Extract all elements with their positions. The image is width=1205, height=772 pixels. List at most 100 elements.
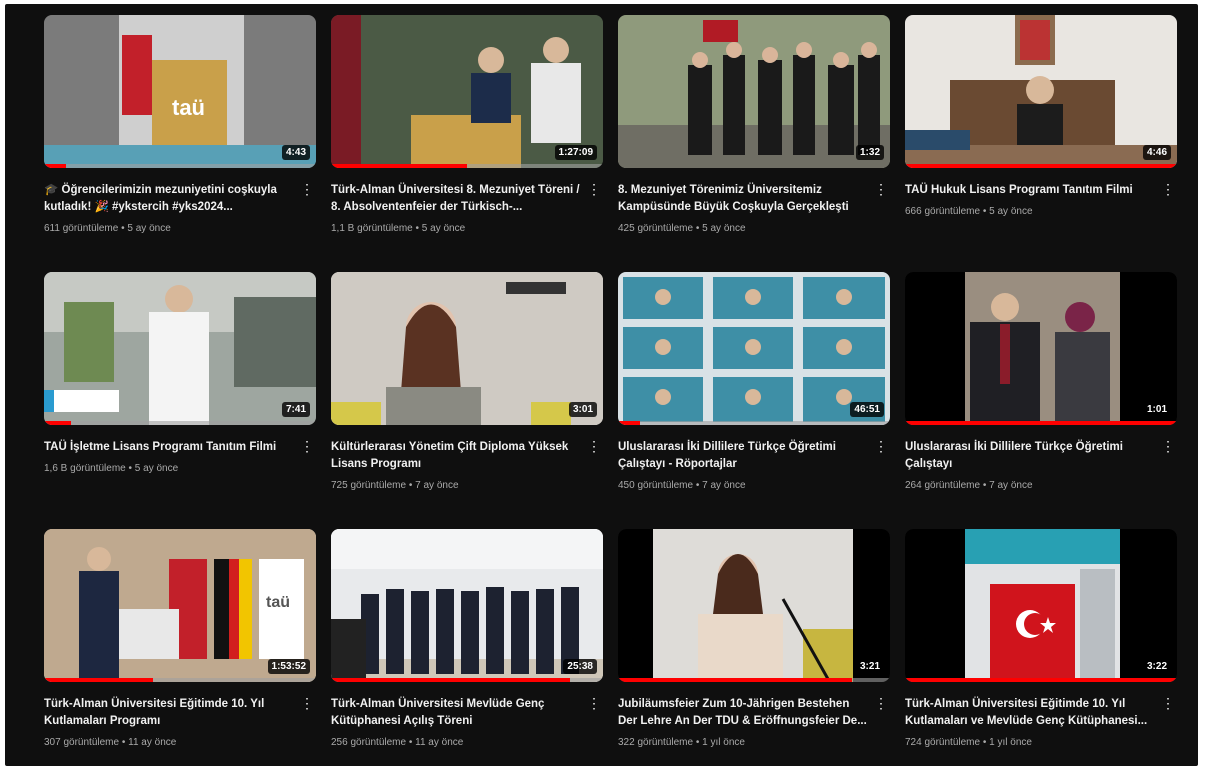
more-vert-icon[interactable]: ⋮: [874, 437, 888, 457]
video-card[interactable]: 25:38 Türk-Alman Üniversitesi Mevlüde Ge…: [331, 529, 603, 769]
video-thumbnail[interactable]: 1:32: [618, 15, 890, 168]
svg-text:taü: taü: [172, 95, 205, 120]
video-card[interactable]: 3:21 Jubiläumsfeier Zum 10-Jährigen Best…: [618, 529, 890, 769]
upload-age: 7 ay önce: [989, 480, 1033, 491]
video-title[interactable]: Türk-Alman Üniversitesi 8. Mezuniyet Tör…: [331, 182, 581, 216]
meta-separator: •: [695, 480, 700, 491]
video-stats: 322 görüntüleme • 1 yıl önce: [618, 736, 868, 749]
more-vert-icon[interactable]: ⋮: [587, 437, 601, 457]
upload-age: 7 ay önce: [702, 480, 746, 491]
video-duration: 4:43: [281, 145, 310, 160]
video-grid: taü 4:43 🎓 Öğrencilerimizin mezuniyetini…: [44, 15, 1177, 769]
video-duration: 3:22: [1142, 659, 1171, 674]
more-vert-icon[interactable]: ⋮: [300, 180, 314, 200]
thumbnail-image: [618, 529, 890, 682]
video-thumbnail[interactable]: taü 4:43: [44, 15, 316, 168]
video-card[interactable]: taü 4:43 🎓 Öğrencilerimizin mezuniyetini…: [44, 15, 316, 272]
video-title[interactable]: Kültürlerarası Yönetim Çift Diploma Yüks…: [331, 439, 581, 473]
upload-age: 5 ay önce: [127, 223, 171, 234]
more-vert-icon[interactable]: ⋮: [300, 694, 314, 714]
video-stats: 1,6 B görüntüleme • 5 ay önce: [44, 462, 294, 475]
video-stats: 724 görüntüleme • 1 yıl önce: [905, 736, 1155, 749]
view-count: 724 görüntüleme: [905, 737, 981, 748]
video-duration: 4:46: [1142, 145, 1171, 160]
video-thumbnail[interactable]: 25:38: [331, 529, 603, 682]
meta-separator: •: [415, 223, 420, 234]
video-thumbnail[interactable]: 1:01: [905, 272, 1177, 425]
video-stats: 611 görüntüleme • 5 ay önce: [44, 222, 294, 235]
meta-separator: •: [408, 737, 413, 748]
meta-separator: •: [982, 206, 987, 217]
video-title[interactable]: Türk-Alman Üniversitesi Eğitimde 10. Yıl…: [44, 696, 294, 730]
video-card[interactable]: 1:27:09 Türk-Alman Üniversitesi 8. Mezun…: [331, 15, 603, 272]
more-vert-icon[interactable]: ⋮: [1161, 694, 1175, 714]
video-title[interactable]: Uluslararası İki Dillilere Türkçe Öğreti…: [618, 439, 868, 473]
upload-age: 5 ay önce: [421, 223, 466, 234]
view-count: 725 görüntüleme: [331, 480, 407, 491]
video-title[interactable]: Jubiläumsfeier Zum 10-Jährigen Bestehen …: [618, 696, 868, 730]
more-vert-icon[interactable]: ⋮: [1161, 180, 1175, 200]
view-count: 666 görüntüleme: [905, 206, 981, 217]
thumbnail-image: [44, 272, 316, 425]
video-thumbnail[interactable]: taü 1:53:52: [44, 529, 316, 682]
thumbnail-image: [618, 15, 890, 168]
video-meta: Türk-Alman Üniversitesi Eğitimde 10. Yıl…: [44, 682, 316, 749]
video-duration: 3:21: [855, 659, 884, 674]
video-duration: 25:38: [563, 659, 597, 674]
thumbnail-image: [905, 15, 1177, 168]
thumbnail-image: [905, 529, 1177, 682]
video-title[interactable]: 8. Mezuniyet Törenimiz Üniversitemiz Kam…: [618, 182, 868, 216]
video-card[interactable]: taü 1:53:52 Türk-Alman Üniversitesi Eğit…: [44, 529, 316, 769]
meta-separator: •: [121, 737, 126, 748]
video-card[interactable]: 7:41 TAÜ İşletme Lisans Programı Tanıtım…: [44, 272, 316, 529]
video-title[interactable]: 🎓 Öğrencilerimizin mezuniyetini coşkuyla…: [44, 182, 294, 216]
video-stats: 256 görüntüleme • 11 ay önce: [331, 736, 581, 749]
more-vert-icon[interactable]: ⋮: [874, 694, 888, 714]
video-title[interactable]: Türk-Alman Üniversitesi Mevlüde Genç Küt…: [331, 696, 581, 730]
thumbnail-image: [331, 529, 603, 682]
more-vert-icon[interactable]: ⋮: [1161, 437, 1175, 457]
video-thumbnail[interactable]: 3:22: [905, 529, 1177, 682]
thumbnail-image: [905, 272, 1177, 425]
upload-age: 11 ay önce: [128, 737, 177, 748]
video-title[interactable]: TAÜ İşletme Lisans Programı Tanıtım Film…: [44, 439, 294, 456]
video-thumbnail[interactable]: 3:21: [618, 529, 890, 682]
meta-separator: •: [408, 480, 413, 491]
more-vert-icon[interactable]: ⋮: [587, 694, 601, 714]
meta-separator: •: [982, 737, 987, 748]
video-card[interactable]: 1:01 Uluslararası İki Dillilere Türkçe Ö…: [905, 272, 1177, 529]
video-thumbnail[interactable]: 7:41: [44, 272, 316, 425]
video-thumbnail[interactable]: 4:46: [905, 15, 1177, 168]
meta-separator: •: [128, 463, 133, 474]
thumbnail-image: [618, 272, 890, 425]
view-count: 1,6 B görüntüleme: [44, 463, 126, 474]
more-vert-icon[interactable]: ⋮: [587, 180, 601, 200]
more-vert-icon[interactable]: ⋮: [300, 437, 314, 457]
video-meta: Türk-Alman Üniversitesi Eğitimde 10. Yıl…: [905, 682, 1177, 749]
video-card[interactable]: 4:46 TAÜ Hukuk Lisans Programı Tanıtım F…: [905, 15, 1177, 272]
thumbnail-image: [331, 272, 603, 425]
video-card[interactable]: 1:32 8. Mezuniyet Törenimiz Üniversitemi…: [618, 15, 890, 272]
video-thumbnail[interactable]: 3:01: [331, 272, 603, 425]
view-count: 264 görüntüleme: [905, 480, 981, 491]
upload-age: 5 ay önce: [134, 463, 179, 474]
video-card[interactable]: 3:01 Kültürlerarası Yönetim Çift Diploma…: [331, 272, 603, 529]
video-thumbnail[interactable]: 1:27:09: [331, 15, 603, 168]
video-title[interactable]: Uluslararası İki Dillilere Türkçe Öğreti…: [905, 439, 1155, 473]
video-card[interactable]: 46:51 Uluslararası İki Dillilere Türkçe …: [618, 272, 890, 529]
svg-text:taü: taü: [266, 594, 290, 611]
video-stats: 666 görüntüleme • 5 ay önce: [905, 205, 1155, 218]
upload-age: 5 ay önce: [702, 223, 746, 234]
meta-separator: •: [695, 737, 700, 748]
video-duration: 1:27:09: [554, 145, 597, 160]
more-vert-icon[interactable]: ⋮: [874, 180, 888, 200]
upload-age: 11 ay önce: [415, 737, 464, 748]
video-duration: 1:32: [855, 145, 884, 160]
upload-age: 1 yıl önce: [702, 737, 745, 748]
video-title[interactable]: TAÜ Hukuk Lisans Programı Tanıtım Filmi: [905, 182, 1155, 199]
video-title[interactable]: Türk-Alman Üniversitesi Eğitimde 10. Yıl…: [905, 696, 1155, 730]
video-duration: 1:53:52: [267, 659, 310, 674]
view-count: 307 görüntüleme: [44, 737, 120, 748]
video-card[interactable]: 3:22 Türk-Alman Üniversitesi Eğitimde 10…: [905, 529, 1177, 769]
video-thumbnail[interactable]: 46:51: [618, 272, 890, 425]
